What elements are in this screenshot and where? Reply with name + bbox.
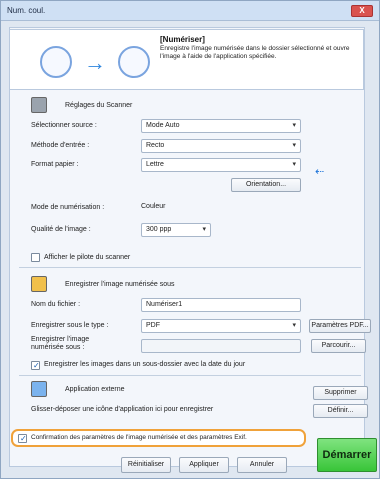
scanner-section-header: Réglages du Scanner <box>31 97 132 113</box>
chevron-down-icon: ▾ <box>202 226 206 233</box>
external-app-icon <box>31 381 47 397</box>
quality-label: Qualité de l'image : <box>31 226 91 233</box>
filename-value: Numériser1 <box>146 301 183 308</box>
confirm-label: Confirmation des paramètres de l'image n… <box>31 434 247 441</box>
title-bar: Num. coul. X <box>1 1 379 21</box>
save-section-header: Enregistrer l'image numérisée sous <box>31 276 175 292</box>
start-button[interactable]: Démarrer <box>317 438 377 472</box>
chevron-down-icon: ▾ <box>292 142 296 149</box>
file-type-value: PDF <box>146 322 160 329</box>
subfolder-checkbox[interactable] <box>31 361 40 370</box>
file-type-label: Enregistrer sous le type : <box>31 322 109 329</box>
drag-drop-text: Glisser-déposer une icône d'application … <box>31 406 214 413</box>
reset-button[interactable]: Réinitialiser <box>121 457 171 473</box>
quality-value: 300 ppp <box>146 226 172 233</box>
main-panel <box>9 27 365 467</box>
source-label: Sélectionner source : <box>31 122 97 129</box>
filename-label: Nom du fichier : <box>31 301 81 308</box>
paper-size-value: Lettre <box>146 161 164 168</box>
source-value: Mode Auto <box>146 122 180 129</box>
input-method-value: Recto <box>146 142 165 149</box>
close-button[interactable]: X <box>351 5 373 17</box>
header-panel: → [Numériser] Enregistre l'image numéris… <box>9 29 364 90</box>
delete-button[interactable]: Supprimer <box>313 386 368 400</box>
close-icon: X <box>359 6 365 15</box>
header-description: Enregistre l'image numérisée dans le dos… <box>160 45 350 60</box>
cancel-button[interactable]: Annuler <box>237 457 287 473</box>
source-select[interactable]: Mode Auto ▾ <box>141 119 301 133</box>
scan-mode-value: Couleur <box>141 203 166 210</box>
paper-size-label: Format papier : <box>31 161 79 168</box>
browse-button[interactable]: Parcourir... <box>311 339 366 353</box>
file-type-select[interactable]: PDF ▾ <box>141 319 301 333</box>
window-title: Num. coul. <box>7 6 46 15</box>
folder-icon <box>31 276 47 292</box>
show-driver-checkbox[interactable] <box>31 253 40 262</box>
section-divider <box>19 375 361 376</box>
save-section-title: Enregistrer l'image numérisée sous <box>65 280 175 288</box>
define-button[interactable]: Définir... <box>313 404 368 418</box>
arrow-icon: → <box>84 50 106 75</box>
external-app-section-header: Application externe <box>31 381 125 397</box>
orientation-button[interactable]: Orientation... <box>231 178 301 192</box>
apply-button[interactable]: Appliquer <box>179 457 229 473</box>
dialog-window: Num. coul. X → [Numériser] Enregistre l'… <box>0 0 380 479</box>
save-location-label: Enregistrer l'image numérisée sous : <box>31 336 90 351</box>
section-divider <box>19 267 361 268</box>
chevron-down-icon: ▾ <box>292 322 296 329</box>
filename-input[interactable]: Numériser1 <box>141 298 301 312</box>
scanner-icon <box>40 46 72 78</box>
scanner-section-title: Réglages du Scanner <box>65 101 133 109</box>
paper-size-select[interactable]: Lettre ▾ <box>141 158 301 172</box>
paper-link-icon[interactable]: ⇠ <box>315 165 333 178</box>
external-app-title: Application externe <box>65 385 125 393</box>
chevron-down-icon: ▾ <box>292 122 296 129</box>
pdf-settings-button[interactable]: Paramètres PDF... <box>309 319 371 333</box>
chevron-down-icon: ▾ <box>292 161 296 168</box>
scanner-settings-icon <box>31 97 47 113</box>
input-method-label: Méthode d'entrée : <box>31 142 90 149</box>
show-driver-label: Afficher le pilote du scanner <box>44 254 131 261</box>
confirm-checkbox[interactable] <box>18 434 27 443</box>
quality-select[interactable]: 300 ppp ▾ <box>141 223 211 237</box>
input-method-select[interactable]: Recto ▾ <box>141 139 301 153</box>
header-title: [Numériser] <box>160 35 205 44</box>
application-icon <box>118 46 150 78</box>
scan-mode-label: Mode de numérisation : <box>31 204 105 211</box>
save-location-field[interactable] <box>141 339 301 353</box>
subfolder-label: Enregistrer les images dans un sous-doss… <box>44 361 246 368</box>
